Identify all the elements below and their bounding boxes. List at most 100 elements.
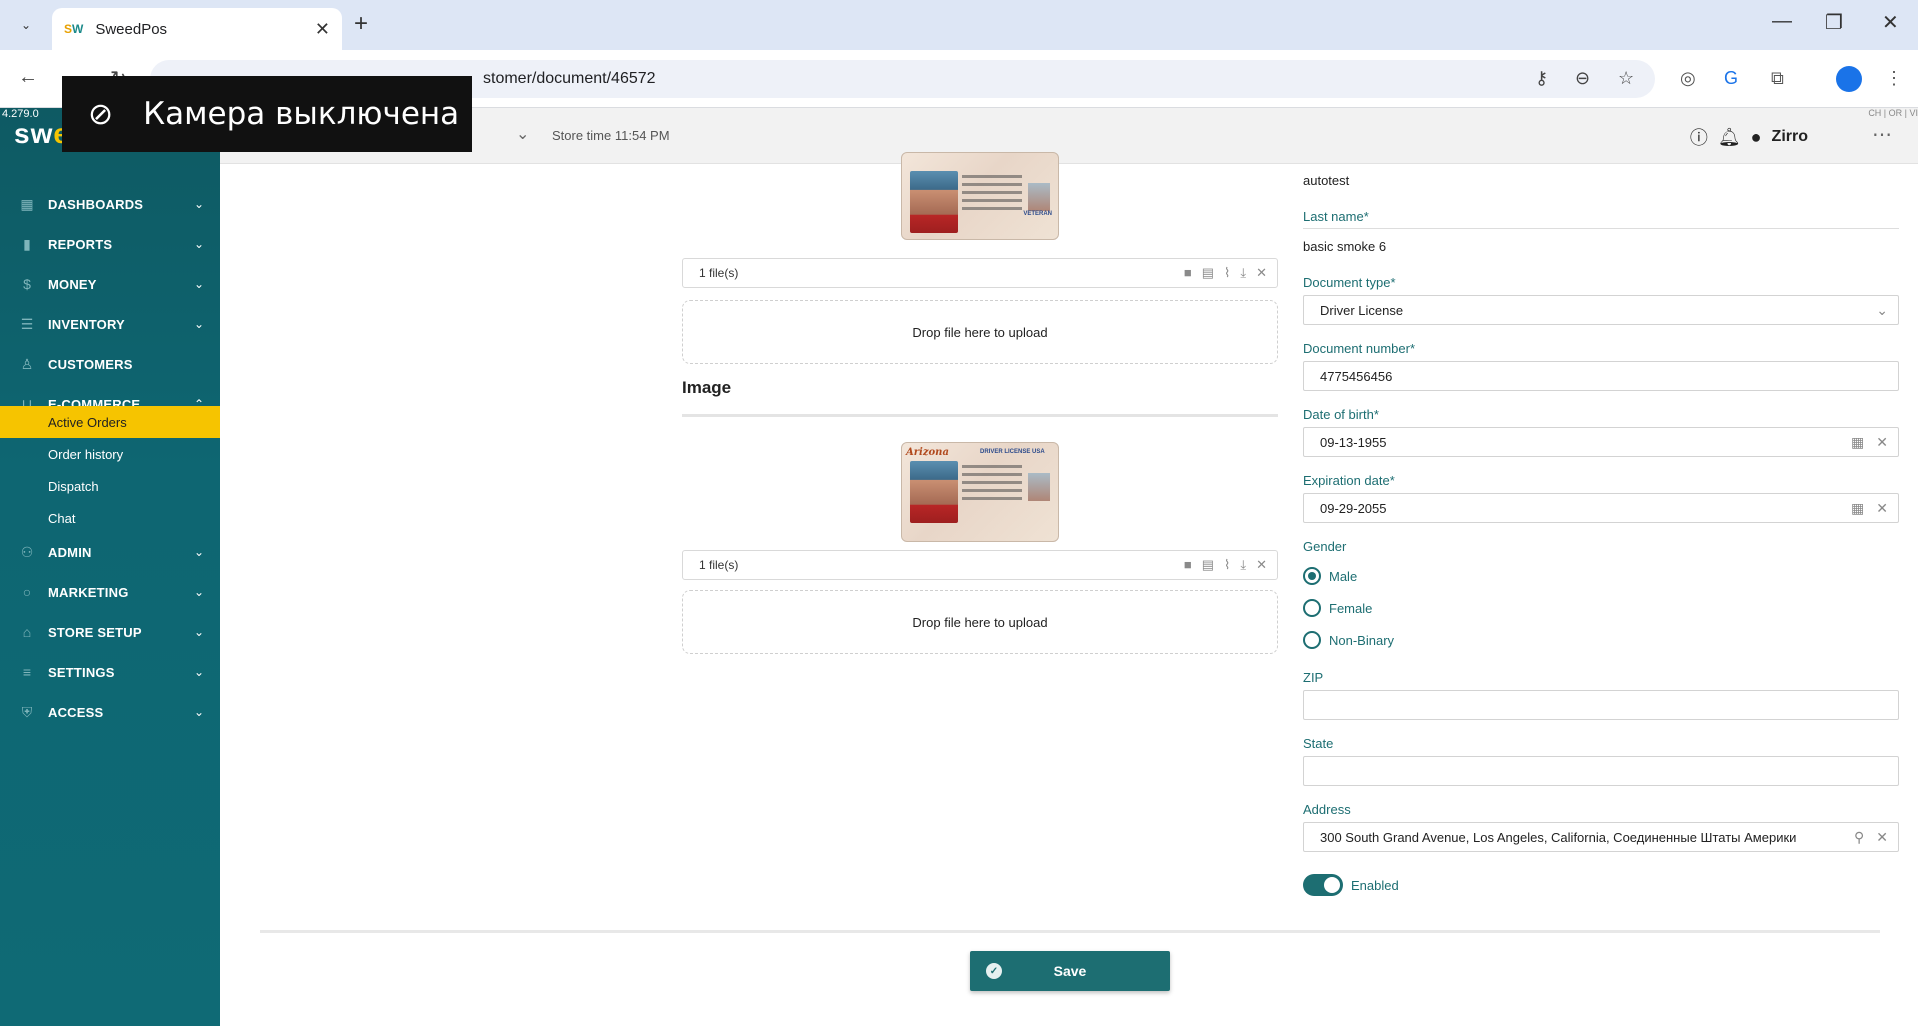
minimize-icon[interactable]: —: [1772, 10, 1792, 33]
back-icon[interactable]: ←: [18, 66, 38, 89]
video-camera-icon[interactable]: ■: [1184, 557, 1192, 573]
file-dropzone[interactable]: Drop file here to upload: [682, 300, 1278, 364]
new-tab-icon[interactable]: +: [354, 10, 368, 38]
zoom-icon[interactable]: ⊖: [1575, 68, 1590, 89]
toggle-switch[interactable]: [1303, 874, 1343, 896]
sidebar-item-reports[interactable]: ▮ REPORTS ⌄: [0, 224, 220, 264]
date-tail: ▦ ✕: [1851, 434, 1888, 451]
last-name-value[interactable]: basic smoke 6: [1303, 239, 1386, 254]
scan-icon[interactable]: ▤: [1202, 557, 1214, 573]
restore-icon[interactable]: ❐: [1825, 10, 1843, 35]
gender-radio-male[interactable]: Male: [1303, 567, 1357, 585]
license-thumbnail[interactable]: Arizona DRIVER LICENSE USA: [901, 442, 1059, 542]
address-value: 300 South Grand Avenue, Los Angeles, Cal…: [1320, 829, 1797, 845]
sidebar-subitem-chat[interactable]: Chat: [0, 502, 220, 534]
translate-extension-icon[interactable]: G: [1724, 68, 1738, 89]
radio-label: Male: [1329, 568, 1358, 584]
document-number-input[interactable]: 4775456456: [1303, 361, 1899, 391]
sidebar-item-dashboards[interactable]: ▦ DASHBOARDS ⌄: [0, 184, 220, 224]
users-icon: ⚇: [20, 543, 34, 560]
radio-empty-icon: [1303, 599, 1321, 617]
tab-close-icon[interactable]: ✕: [315, 19, 330, 40]
chevron-down-icon: ⌄: [193, 545, 204, 559]
enabled-toggle[interactable]: Enabled: [1303, 874, 1399, 896]
sidebar-item-label: ACCESS: [48, 704, 104, 720]
attach-icon[interactable]: ⌇: [1224, 265, 1230, 281]
sidebar-item-settings[interactable]: ≡ SETTINGS ⌄: [0, 652, 220, 692]
sidebar-subitem-dispatch[interactable]: Dispatch: [0, 470, 220, 502]
document-type-select[interactable]: Driver License ⌄: [1303, 295, 1899, 325]
sidebar-subitem-order-history[interactable]: Order history: [0, 438, 220, 470]
chevron-down-icon: ⌄: [193, 317, 204, 331]
sidebar-item-marketing[interactable]: ○ MARKETING ⌄: [0, 572, 220, 612]
license-mini-photo: [1028, 183, 1050, 211]
required-mark: *: [1409, 341, 1416, 356]
dollar-icon: $: [23, 276, 31, 292]
clear-icon[interactable]: ✕: [1876, 500, 1888, 517]
download-icon[interactable]: ⤓: [1240, 265, 1246, 281]
last-name-label: Last name*: [1303, 209, 1369, 224]
help-icon[interactable]: ⓘ: [1690, 124, 1708, 150]
key-icon[interactable]: ⚷: [1535, 68, 1548, 89]
bookmark-star-icon[interactable]: ☆: [1618, 68, 1634, 89]
map-pin-icon[interactable]: ⚲: [1854, 829, 1864, 846]
chevron-down-icon: ⌄: [193, 625, 204, 639]
expiration-date-input[interactable]: 09-29-2055 ▦ ✕: [1303, 493, 1899, 523]
license-photo: [910, 171, 958, 233]
address-tail: ⚲ ✕: [1854, 829, 1888, 846]
close-icon[interactable]: ✕: [1256, 557, 1267, 573]
sidebar-item-label: SETTINGS: [48, 664, 115, 680]
save-button[interactable]: ✓ Save: [970, 951, 1170, 991]
download-icon[interactable]: ⤓: [1240, 557, 1246, 573]
date-of-birth-input[interactable]: 09-13-1955 ▦ ✕: [1303, 427, 1899, 457]
video-camera-icon[interactable]: ■: [1184, 265, 1192, 281]
address-url: stomer/document/46572: [483, 70, 656, 87]
required-mark: *: [1363, 209, 1369, 224]
sidebar-item-admin[interactable]: ⚇ ADMIN ⌄: [0, 532, 220, 572]
extension-circle-icon[interactable]: ◎: [1680, 68, 1696, 89]
state-input[interactable]: [1303, 756, 1899, 786]
more-options-icon[interactable]: ⋯: [1872, 122, 1892, 147]
license-state: Arizona: [906, 447, 949, 458]
clear-icon[interactable]: ✕: [1876, 829, 1888, 846]
user-avatar-icon[interactable]: ●: [1751, 127, 1762, 148]
document-type-value: Driver License: [1320, 302, 1404, 318]
chevron-down-icon: ⌄: [193, 277, 204, 291]
file-dropzone[interactable]: Drop file here to upload: [682, 590, 1278, 654]
clear-icon[interactable]: ✕: [1876, 434, 1888, 451]
person-icon: ♙: [20, 355, 34, 372]
tab-search-dropdown-icon[interactable]: ⌄: [12, 12, 40, 38]
profile-avatar-icon[interactable]: [1836, 66, 1862, 92]
sidebar-subitem-active-orders[interactable]: Active Orders: [0, 406, 220, 438]
close-icon[interactable]: ✕: [1256, 265, 1267, 281]
browser-menu-icon[interactable]: ⋮: [1885, 68, 1903, 89]
zip-input[interactable]: [1303, 690, 1899, 720]
user-name[interactable]: Zirro: [1772, 128, 1808, 146]
browser-tab[interactable]: SW SweedPos ✕: [52, 8, 342, 50]
select-tail: ⌄: [1876, 302, 1888, 319]
calendar-icon[interactable]: ▦: [1851, 500, 1864, 517]
address-input[interactable]: 300 South Grand Avenue, Los Angeles, Cal…: [1303, 822, 1899, 852]
window-close-icon[interactable]: ✕: [1882, 10, 1899, 35]
first-name-value[interactable]: autotest: [1303, 173, 1349, 188]
chevron-down-icon: ⌄: [193, 665, 204, 679]
sidebar-item-customers[interactable]: ♙ CUSTOMERS: [0, 344, 220, 384]
radio-label: Non-Binary: [1329, 632, 1395, 648]
calendar-icon[interactable]: ▦: [1851, 434, 1864, 451]
sidebar-item-store-setup[interactable]: ⌂ STORE SETUP ⌄: [0, 612, 220, 652]
attach-icon[interactable]: ⌇: [1224, 557, 1230, 573]
main-content: VETERAN 1 file(s) ■ ▤ ⌇ ⤓ ✕ Drop file he…: [220, 152, 1918, 1026]
sidebar-item-access[interactable]: ⛨ ACCESS ⌄: [0, 692, 220, 732]
scan-icon[interactable]: ▤: [1202, 265, 1214, 281]
bell-icon[interactable]: 🔔︎: [1718, 127, 1741, 148]
grid-icon: ▦: [20, 195, 34, 212]
sidebar-item-money[interactable]: $ MONEY ⌄: [0, 264, 220, 304]
gender-radio-female[interactable]: Female: [1303, 599, 1372, 617]
extensions-puzzle-icon[interactable]: ⧉: [1771, 68, 1784, 89]
sidebar-item-label: REPORTS: [48, 236, 113, 252]
sidebar-item-inventory[interactable]: ☰ INVENTORY ⌄: [0, 304, 220, 344]
license-thumbnail[interactable]: VETERAN: [901, 152, 1059, 240]
document-type-label-text: Document type: [1303, 275, 1391, 290]
license-text-lines: [962, 175, 1022, 215]
gender-radio-non-binary[interactable]: Non-Binary: [1303, 631, 1394, 649]
